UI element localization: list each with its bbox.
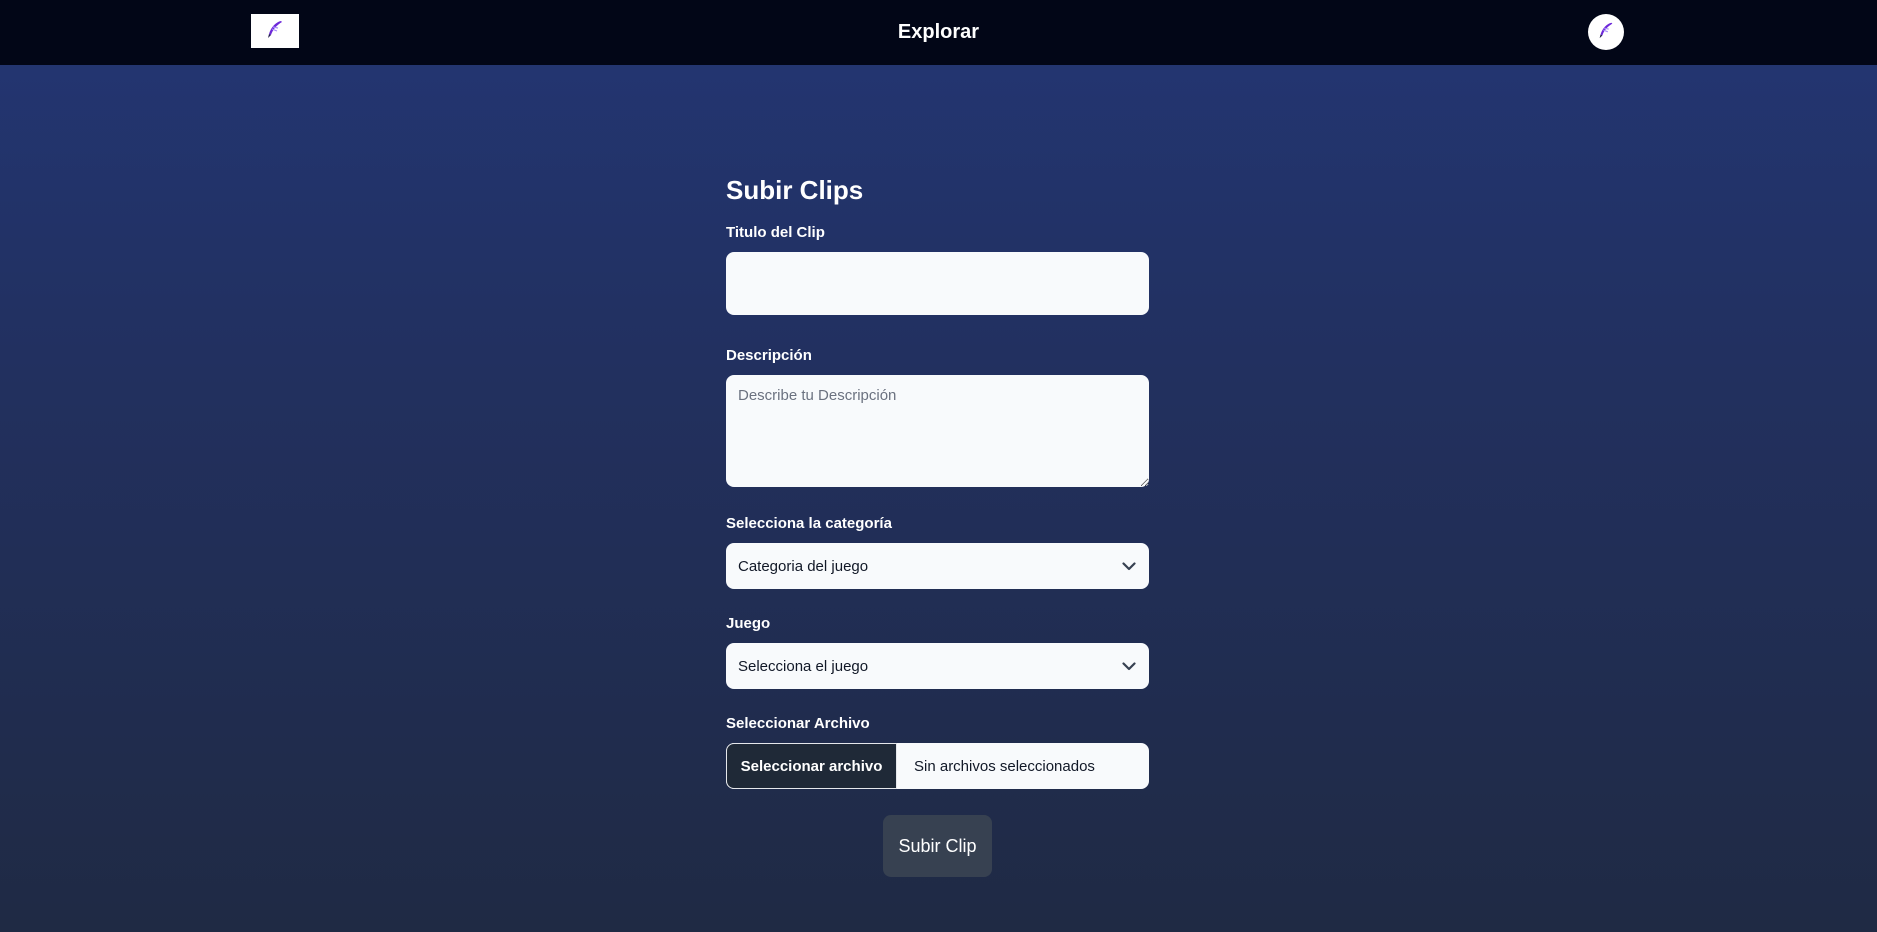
choose-file-button[interactable]: Seleccionar archivo xyxy=(726,743,897,789)
upload-clip-form: Subir Clips Titulo del Clip Descripción … xyxy=(726,170,1149,877)
category-select-value: Categoria del juego xyxy=(738,557,869,575)
file-status-text: Sin archivos seleccionados xyxy=(914,757,1095,775)
file-label: Seleccionar Archivo xyxy=(726,715,870,732)
file-input[interactable]: Seleccionar archivo Sin archivos selecci… xyxy=(726,743,1149,789)
category-select[interactable]: Categoria del juego xyxy=(726,543,1149,589)
game-select-value: Selecciona el juego xyxy=(738,657,869,675)
feather-pen-icon xyxy=(264,18,286,45)
top-navbar: Explorar xyxy=(0,0,1877,65)
page-title: Subir Clips xyxy=(726,175,864,205)
feather-pen-icon xyxy=(1596,20,1616,45)
game-label: Juego xyxy=(726,615,771,632)
description-textarea[interactable] xyxy=(726,375,1149,487)
game-select[interactable]: Selecciona el juego xyxy=(726,643,1149,689)
user-avatar[interactable] xyxy=(1588,14,1624,50)
clip-title-input[interactable] xyxy=(726,252,1149,315)
description-label: Descripción xyxy=(726,347,812,364)
chevron-down-icon xyxy=(1121,658,1137,674)
clip-title-label: Titulo del Clip xyxy=(726,224,825,241)
chevron-down-icon xyxy=(1121,558,1137,574)
nav-explore-link[interactable]: Explorar xyxy=(898,21,979,44)
submit-clip-button[interactable]: Subir Clip xyxy=(883,815,992,877)
site-logo[interactable] xyxy=(251,14,299,48)
category-label: Selecciona la categoría xyxy=(726,515,892,532)
